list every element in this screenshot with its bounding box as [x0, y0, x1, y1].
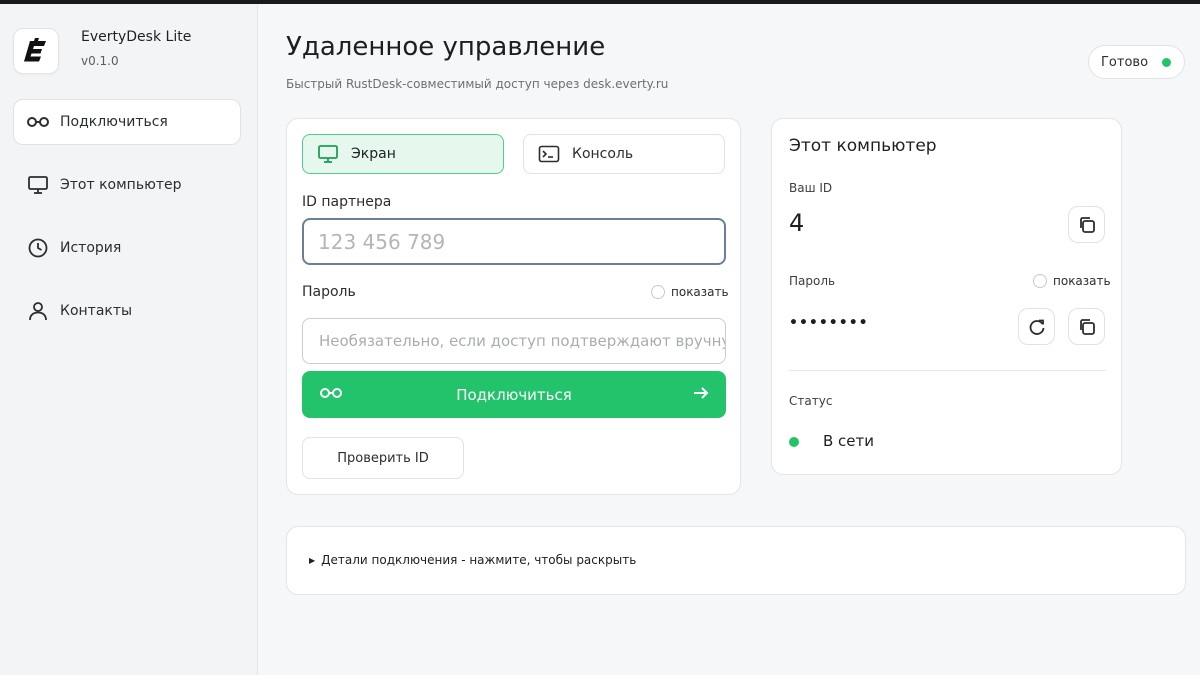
- mode-screen-button[interactable]: Экран: [302, 134, 504, 174]
- terminal-icon: [538, 143, 560, 165]
- refresh-password-button[interactable]: [1018, 308, 1055, 345]
- app-logo: [13, 28, 59, 74]
- connection-details-card: ▶ Детали подключения - нажмите, чтобы рас…: [286, 526, 1186, 595]
- app-version: v0.1.0: [81, 54, 119, 68]
- show-computer-password-radio[interactable]: [1033, 274, 1047, 288]
- sidebar: EvertyDesk Lite v0.1.0 Подключиться Этот…: [0, 4, 258, 675]
- sidebar-item-contacts[interactable]: Контакты: [13, 288, 241, 334]
- arrow-right-icon: [692, 384, 710, 406]
- connect-button[interactable]: Подключиться: [302, 371, 726, 418]
- show-computer-password-label: показать: [1053, 274, 1111, 288]
- user-icon: [26, 299, 50, 323]
- sidebar-item-this-computer[interactable]: Этот компьютер: [13, 162, 241, 208]
- logo-e-icon: [24, 38, 46, 62]
- sidebar-nav: Подключиться Этот компьютер История Конт…: [13, 99, 241, 351]
- online-status-dot: [789, 437, 799, 447]
- clock-icon: [26, 236, 50, 260]
- page-title: Удаленное управление: [286, 32, 606, 62]
- status-badge: Готово: [1088, 45, 1185, 79]
- show-password-label: показать: [671, 285, 729, 299]
- show-password-radio[interactable]: [651, 285, 665, 299]
- copy-icon: [1079, 318, 1095, 335]
- mode-console-button[interactable]: Консоль: [523, 134, 725, 174]
- show-computer-password-toggle[interactable]: показать: [1033, 274, 1111, 288]
- copy-password-button[interactable]: [1068, 308, 1105, 345]
- mode-screen-label: Экран: [351, 146, 396, 162]
- connect-card: Экран Консоль ID партнера Пароль показат…: [286, 118, 741, 495]
- page-subtitle: Быстрый RustDesk-совместимый доступ чере…: [286, 77, 669, 91]
- mode-console-label: Консоль: [572, 146, 634, 162]
- sidebar-item-label: Этот компьютер: [60, 177, 182, 193]
- sidebar-item-history[interactable]: История: [13, 225, 241, 271]
- app-name: EvertyDesk Lite: [81, 29, 192, 45]
- connection-details-label: Детали подключения - нажмите, чтобы раск…: [321, 553, 637, 567]
- your-id-value: 4: [789, 209, 805, 237]
- partner-id-label: ID партнера: [302, 194, 392, 210]
- refresh-icon: [1029, 319, 1044, 335]
- sidebar-item-label: История: [60, 240, 122, 256]
- this-computer-title: Этот компьютер: [789, 136, 937, 156]
- connect-button-label: Подключиться: [456, 385, 572, 404]
- divider: [789, 370, 1106, 371]
- verify-id-button[interactable]: Проверить ID: [302, 437, 464, 479]
- status-label: Статус: [789, 394, 833, 408]
- link-icon: [26, 110, 50, 134]
- sidebar-item-label: Подключиться: [60, 114, 168, 130]
- computer-password-label: Пароль: [789, 274, 836, 288]
- computer-password-value: ••••••••: [789, 315, 869, 331]
- status-text: Готово: [1101, 54, 1149, 70]
- monitor-icon: [317, 143, 339, 165]
- partner-id-input[interactable]: [302, 218, 726, 265]
- show-password-toggle[interactable]: показать: [651, 285, 729, 299]
- connection-details-toggle[interactable]: ▶ Детали подключения - нажмите, чтобы рас…: [309, 553, 636, 567]
- sidebar-item-connect[interactable]: Подключиться: [13, 99, 241, 145]
- link-icon: [318, 383, 344, 407]
- online-status-text: В сети: [823, 432, 875, 450]
- brand: EvertyDesk Lite v0.1.0: [13, 28, 191, 74]
- monitor-icon: [26, 173, 50, 197]
- triangle-right-icon: ▶: [309, 556, 316, 565]
- copy-icon: [1079, 216, 1095, 233]
- your-id-label: Ваш ID: [789, 181, 833, 195]
- status-dot: [1162, 58, 1171, 67]
- copy-id-button[interactable]: [1068, 206, 1105, 243]
- password-input[interactable]: [302, 318, 726, 364]
- password-label: Пароль: [302, 284, 356, 300]
- this-computer-card: Этот компьютер Ваш ID 4 Пароль показать …: [771, 118, 1122, 475]
- sidebar-item-label: Контакты: [60, 303, 133, 319]
